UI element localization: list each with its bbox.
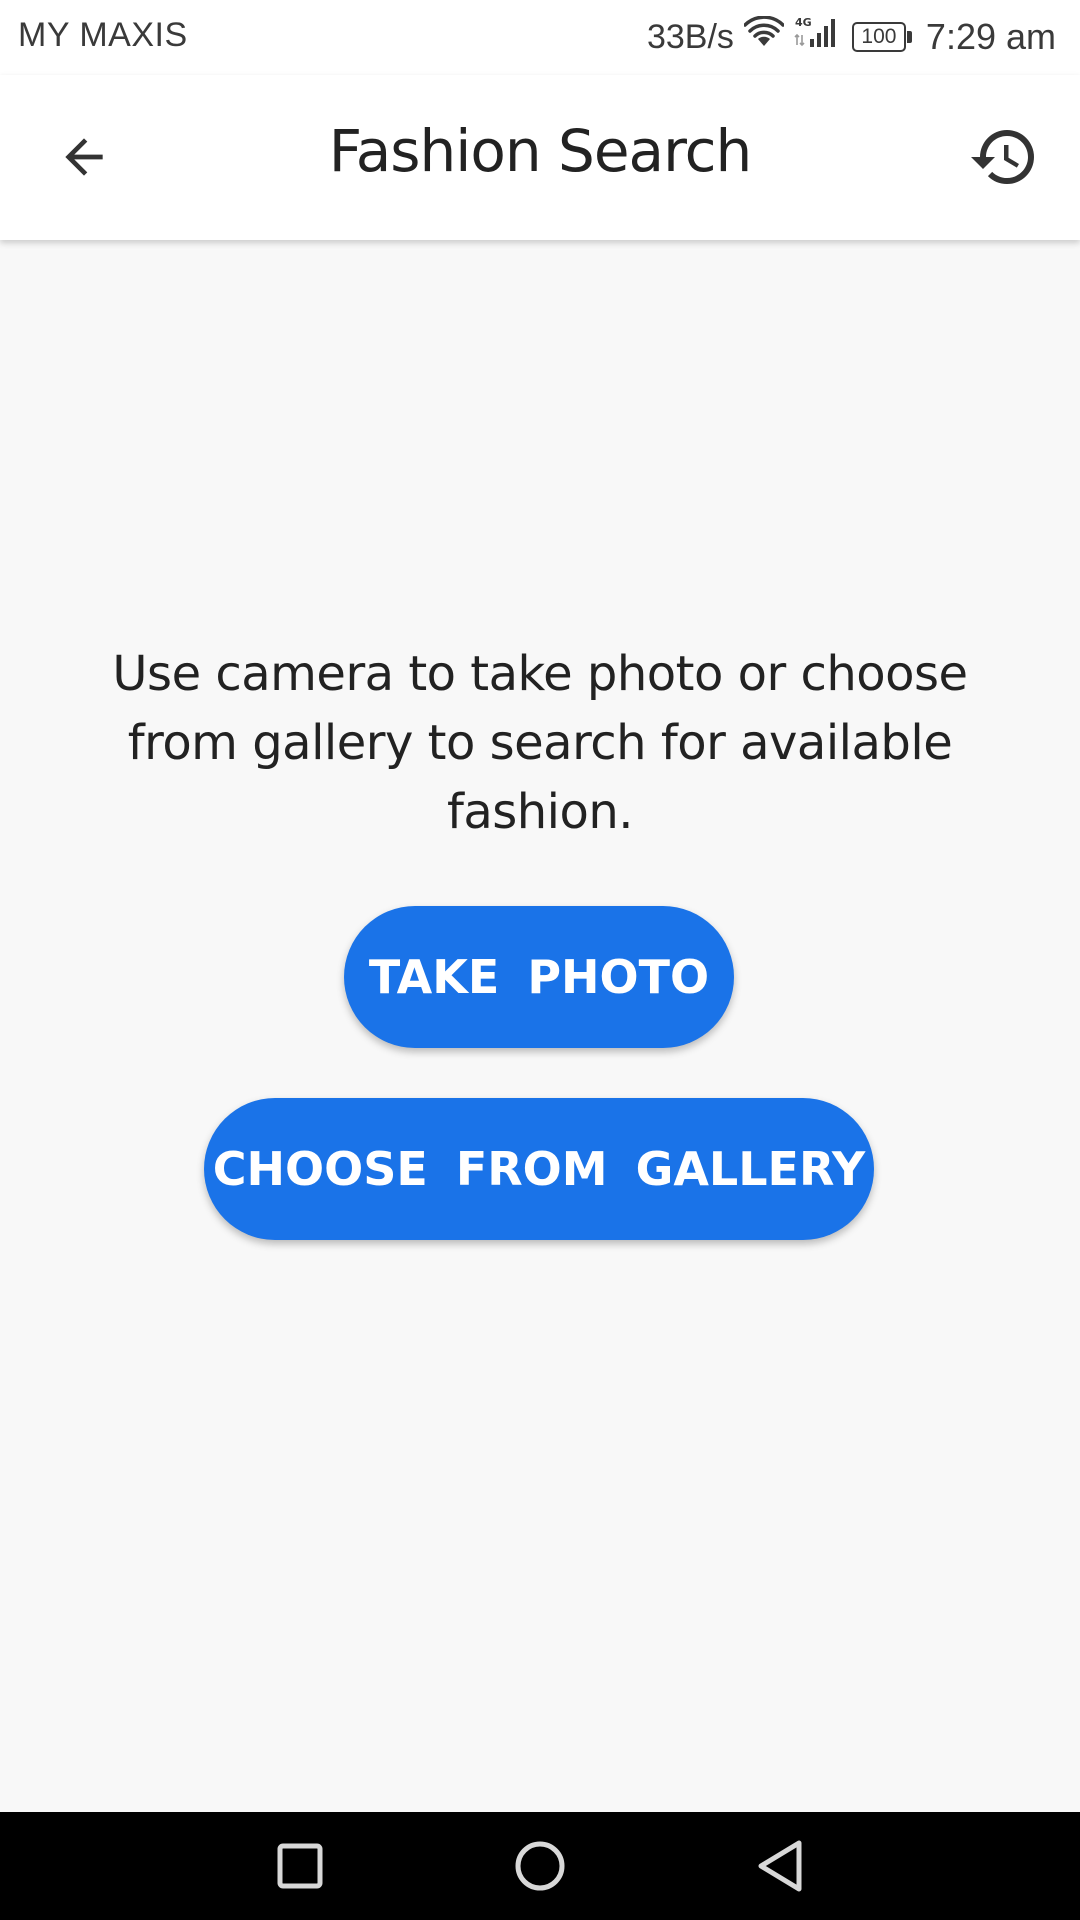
network-type-label: 4G: [795, 16, 812, 29]
main-content: Use camera to take photo or choose from …: [0, 240, 1080, 1812]
system-nav-bar: [0, 1812, 1080, 1920]
wifi-icon: [743, 14, 785, 59]
choose-from-gallery-button[interactable]: CHOOSE FROM GALLERY: [204, 1098, 874, 1240]
nav-back-button[interactable]: [748, 1834, 812, 1898]
take-photo-button[interactable]: TAKE PHOTO: [344, 906, 734, 1048]
home-icon: [515, 1841, 565, 1891]
network-speed: 33B/s: [646, 17, 734, 56]
back-triangle-icon: [758, 1840, 802, 1892]
home-button[interactable]: [508, 1834, 572, 1898]
cellular-signal-icon: 4G: [794, 15, 842, 60]
recent-apps-icon: [277, 1843, 323, 1889]
instructions-text: Use camera to take photo or choose from …: [112, 646, 968, 840]
screen: MY MAXIS 33B/s 4G 100 7:29 am Fashion Se…: [0, 0, 1080, 1920]
history-icon: [971, 130, 1034, 185]
carrier-name: MY MAXIS: [18, 16, 188, 54]
page-title: Fashion Search: [328, 117, 753, 185]
battery-tip: [906, 31, 912, 43]
recent-apps-button[interactable]: [268, 1834, 332, 1898]
history-button[interactable]: [962, 115, 1046, 199]
clock: 7:29 am: [925, 16, 1056, 57]
status-bar: MY MAXIS 33B/s 4G 100 7:29 am: [0, 0, 1080, 75]
battery-icon: 100: [851, 22, 912, 52]
status-indicators: 33B/s 4G 100 7:29 am: [647, 12, 1056, 62]
battery-level: 100: [851, 22, 906, 52]
app-bar: Fashion Search: [0, 75, 1080, 240]
